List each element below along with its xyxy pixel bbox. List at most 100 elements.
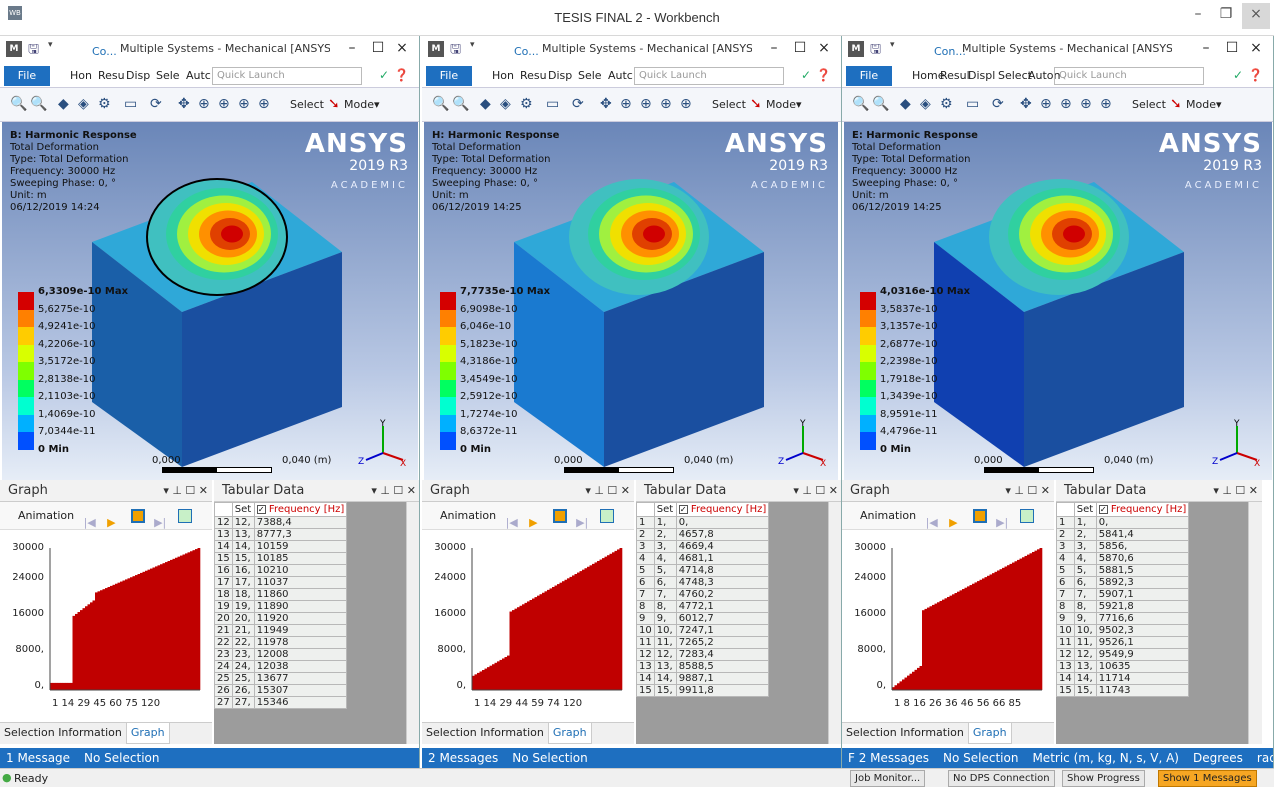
table-row[interactable]: 11 11, 7265,2 [636,636,770,649]
tab-selection-information[interactable]: Selection Information [0,723,126,743]
display-icon[interactable]: ⚙ [98,96,111,112]
ribbon-collapse-icon[interactable]: ✓ [801,68,811,82]
file-menu-button[interactable]: File [846,66,892,86]
select-arrow-icon[interactable]: ➘ [750,96,762,112]
window-minimize-button[interactable]: – [1195,40,1217,56]
rotate-icon[interactable]: ⟳ [992,96,1004,112]
magnifier-icon[interactable]: ⊕ [660,96,672,112]
next-frame-icon[interactable]: ▶| [154,509,168,529]
next-frame-icon[interactable]: ▶| [996,509,1010,529]
ribbon-collapse-icon[interactable]: ✓ [379,68,389,82]
table-row[interactable]: 2 2, 4657,8 [636,528,770,541]
table-row[interactable]: 17 17, 11037 [214,576,348,589]
ribbon-tab-display[interactable]: Disp [126,69,150,82]
table-row[interactable]: 2 2, 5841,4 [1056,528,1190,541]
table-row[interactable]: 15 15, 10185 [214,552,348,565]
table-row[interactable]: 20 20, 11920 [214,612,348,625]
select-mode-dropdown[interactable]: Mode▾ [1186,98,1222,111]
table-row[interactable]: 14 14, 10159 [214,540,348,553]
zoom-out-icon[interactable]: 🔍 [452,96,469,112]
tabular-scrollbar[interactable] [406,502,419,744]
table-row[interactable]: 3 3, 4669,4 [636,540,770,553]
body-view-icon[interactable]: ◆ [480,96,491,112]
table-row[interactable]: 12 12, 7388,4 [214,516,348,529]
display-icon[interactable]: ⚙ [520,96,533,112]
table-row[interactable]: 22 22, 11978 [214,636,348,649]
quick-launch-input[interactable]: Quick Launch [1054,67,1204,85]
window-minimize-button[interactable]: – [763,40,785,56]
checkbox-icon[interactable]: ✓ [1098,504,1108,514]
table-row[interactable]: 8 8, 5921,8 [1056,600,1190,613]
graphics-viewport[interactable]: H: Harmonic Response Total Deformation Ty… [424,122,838,480]
table-row[interactable]: 12 12, 9549,9 [1056,648,1190,661]
help-icon[interactable]: ❓ [1248,68,1263,82]
ribbon-tab-automation[interactable]: Autc [608,69,633,82]
table-row[interactable]: 24 24, 12038 [214,660,348,673]
table-row[interactable]: 10 10, 9502,3 [1056,624,1190,637]
quick-access-dropdown-icon[interactable]: ▾ [470,40,475,50]
table-row[interactable]: 15 15, 9911,8 [636,684,770,697]
quick-launch-input[interactable]: Quick Launch [634,67,784,85]
tabular-pane-controls[interactable]: ▾ ⊥ ☐ ✕ [793,480,838,502]
help-icon[interactable]: ❓ [394,68,409,82]
tabular-scrollbar[interactable] [828,502,841,744]
table-row[interactable]: 6 6, 5892,3 [1056,576,1190,589]
play-icon[interactable]: ▶ [949,509,963,529]
export-video-icon[interactable] [1019,509,1034,523]
select-mode-dropdown[interactable]: Mode▾ [766,98,802,111]
select-button[interactable]: Select [1132,98,1166,111]
zoom-to-fit-icon[interactable]: ⊕ [640,96,652,112]
export-video-icon[interactable] [177,509,192,523]
table-row[interactable]: 15 15, 11743 [1056,684,1190,697]
select-mode-dropdown[interactable]: Mode▾ [344,98,380,111]
graph-pane-controls[interactable]: ▾ ⊥ ☐ ✕ [1005,480,1050,502]
previous-frame-icon[interactable]: |◀ [84,509,98,529]
table-row[interactable]: 4 4, 5870,6 [1056,552,1190,565]
graph-pane-controls[interactable]: ▾ ⊥ ☐ ✕ [585,480,630,502]
quick-launch-input[interactable]: Quick Launch [212,67,362,85]
stop-icon[interactable] [130,509,145,523]
pan-icon[interactable]: ✥ [1020,96,1032,112]
quick-access-dropdown-icon[interactable]: ▾ [890,40,895,50]
zoom-in-icon[interactable]: 🔍 [852,96,869,112]
ribbon-tab-result[interactable]: Resu [520,69,547,82]
ribbon-tab-selection[interactable]: Select [998,69,1032,82]
ribbon-tab-home[interactable]: Hon [492,69,514,82]
zoom-in-icon[interactable]: 🔍 [432,96,449,112]
table-row[interactable]: 27 27, 15346 [214,696,348,709]
window-maximize-button[interactable]: ☐ [367,40,389,56]
ribbon-tab-result[interactable]: Resul [940,69,970,82]
zoom-to-fit-icon[interactable]: ⊕ [218,96,230,112]
column-header[interactable]: Set [231,502,255,517]
graphics-viewport[interactable]: E: Harmonic Response Total Deformation Ty… [844,122,1272,480]
tab-selection-information[interactable]: Selection Information [842,723,968,743]
tabular-data-grid[interactable]: Set ✓ Frequency [Hz] 12 12, 7388,4 13 13, 8777,… [214,502,406,744]
table-row[interactable]: 21 21, 11949 [214,624,348,637]
table-row[interactable]: 18 18, 11860 [214,588,348,601]
tab-graph[interactable]: Graph [967,723,1012,744]
table-row[interactable]: 7 7, 4760,2 [636,588,770,601]
minimize-button[interactable]: – [1184,3,1212,29]
column-header[interactable] [214,502,233,517]
body-view-icon[interactable]: ◆ [900,96,911,112]
file-menu-button[interactable]: File [426,66,472,86]
table-row[interactable]: 1 1, 0, [636,516,770,529]
wireframe-icon[interactable]: ◈ [920,96,931,112]
fit-icon[interactable]: ▭ [546,96,559,112]
dps-connection-button[interactable]: No DPS Connection [948,770,1055,787]
maximize-button[interactable]: ❐ [1212,3,1240,29]
ribbon-tab-selection[interactable]: Sele [578,69,602,82]
previous-frame-icon[interactable]: |◀ [506,509,520,529]
tabular-scrollbar[interactable] [1248,502,1262,744]
magnifier-icon[interactable]: ⊕ [1080,96,1092,112]
play-icon[interactable]: ▶ [107,509,121,529]
table-row[interactable]: 7 7, 5907,1 [1056,588,1190,601]
zoom-out-icon[interactable]: 🔍 [30,96,47,112]
body-view-icon[interactable]: ◆ [58,96,69,112]
column-header[interactable]: ✓ Frequency [Hz] [675,502,770,517]
context-tab[interactable]: Co... [514,45,539,58]
zoom-to-fit-icon[interactable]: ⊕ [1060,96,1072,112]
table-row[interactable]: 9 9, 6012,7 [636,612,770,625]
pan-icon[interactable]: ✥ [178,96,190,112]
magnifier-icon[interactable]: ⊕ [238,96,250,112]
